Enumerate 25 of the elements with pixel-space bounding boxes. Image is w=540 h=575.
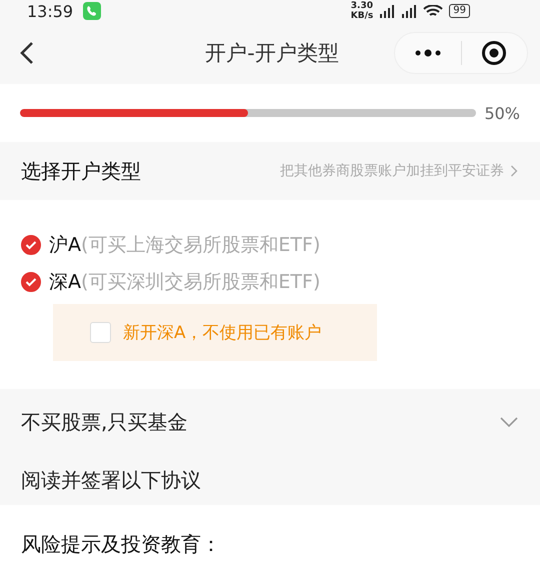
checkbox[interactable] <box>21 272 41 292</box>
option-label: 深A(可买深圳交易所股票和ETF) <box>49 270 320 294</box>
signal-icon <box>379 4 396 18</box>
chevron-down-icon[interactable] <box>500 417 518 427</box>
status-time: 13:59 <box>27 2 74 20</box>
wifi-icon <box>423 4 444 18</box>
target-icon <box>481 40 508 66</box>
checkbox[interactable] <box>21 234 41 254</box>
fund-only-label: 不买股票,只买基金 <box>21 408 188 436</box>
back-icon <box>20 41 34 65</box>
signal-icon <box>401 4 418 18</box>
more-icon <box>414 49 442 57</box>
phone-icon <box>83 2 102 20</box>
option-label: 沪A(可买上海交易所股票和ETF) <box>49 232 320 258</box>
agreements-title: 阅读并签署以下协议 <box>21 466 201 494</box>
check-icon <box>25 240 37 250</box>
progress-reading: 50% <box>484 104 520 122</box>
network-speed: 3.30 <box>350 1 374 11</box>
page-title: 开户-开户类型 <box>205 40 339 67</box>
check-icon <box>25 276 37 286</box>
network-unit: KB/s <box>350 11 374 21</box>
section-title: 选择开户类型 <box>21 158 141 184</box>
battery-icon: 99 <box>449 4 470 18</box>
chevron-right-icon <box>510 165 518 177</box>
option-label: 新开深A，不使用已有账户 <box>123 322 322 344</box>
